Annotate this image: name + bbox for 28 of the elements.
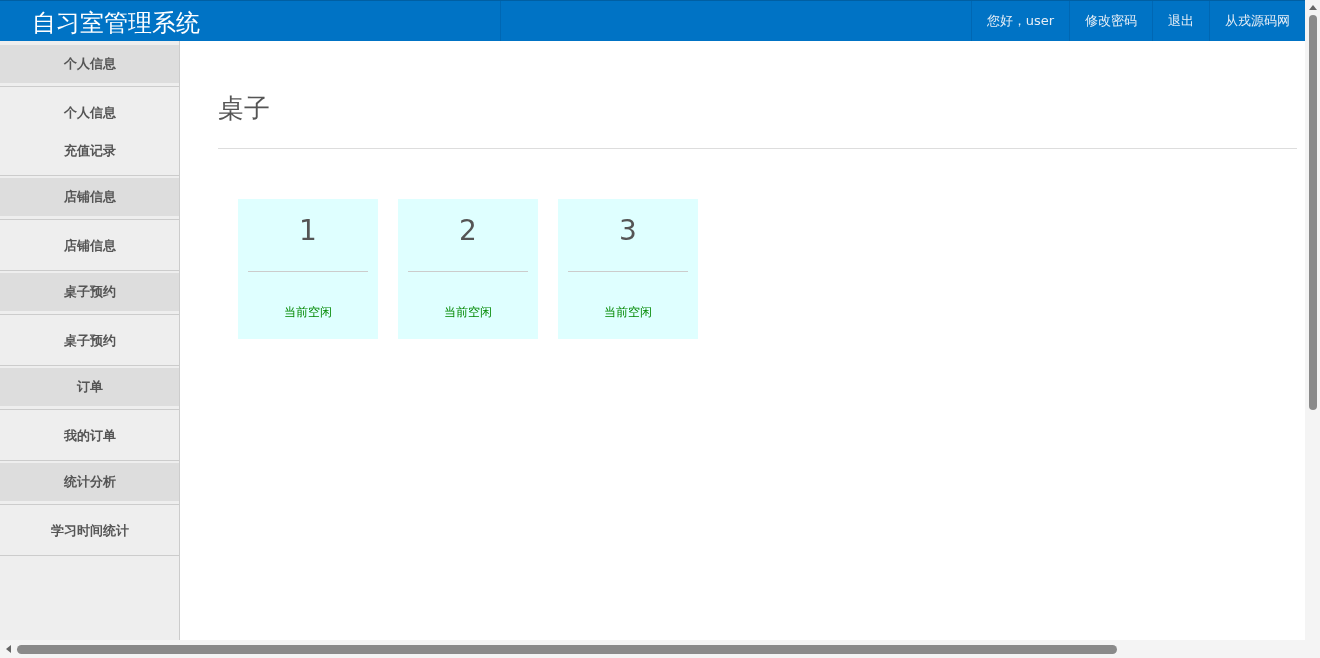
table-status: 当前空闲 bbox=[604, 304, 652, 321]
menu-item[interactable]: 个人信息 bbox=[0, 94, 179, 132]
scroll-left-icon[interactable] bbox=[6, 645, 11, 653]
menu-item[interactable]: 桌子预约 bbox=[0, 322, 179, 360]
table-card[interactable]: 2 当前空闲 bbox=[398, 199, 538, 339]
table-status: 当前空闲 bbox=[444, 304, 492, 321]
table-number: 3 bbox=[619, 213, 637, 249]
menu-item[interactable]: 我的订单 bbox=[0, 417, 179, 455]
menu-group-header[interactable]: 店铺信息 bbox=[0, 178, 179, 219]
menu-item[interactable]: 充值记录 bbox=[0, 132, 179, 170]
menu-item[interactable]: 学习时间统计 bbox=[0, 512, 179, 550]
horizontal-scrollbar[interactable] bbox=[0, 640, 1305, 658]
scroll-up-icon[interactable] bbox=[1308, 5, 1317, 10]
nav-link[interactable]: 退出 bbox=[1152, 1, 1209, 41]
menu-item[interactable]: 店铺信息 bbox=[0, 227, 179, 265]
table-card[interactable]: 3 当前空闲 bbox=[558, 199, 698, 339]
user-greeting: 您好，user bbox=[970, 1, 1069, 41]
menu-group-header[interactable]: 桌子预约 bbox=[0, 273, 179, 314]
menu-group-header[interactable]: 订单 bbox=[0, 368, 179, 409]
table-card[interactable]: 1 当前空闲 bbox=[238, 199, 378, 339]
nav-link[interactable]: 修改密码 bbox=[1069, 1, 1152, 41]
table-status: 当前空闲 bbox=[284, 304, 332, 321]
table-number: 2 bbox=[459, 213, 477, 249]
table-number: 1 bbox=[299, 213, 317, 249]
vertical-scrollbar[interactable] bbox=[1305, 0, 1320, 658]
menu-group-header[interactable]: 统计分析 bbox=[0, 463, 179, 504]
menu-group-header[interactable]: 个人信息 bbox=[0, 45, 179, 86]
page-title: 桌子 bbox=[218, 91, 1297, 149]
